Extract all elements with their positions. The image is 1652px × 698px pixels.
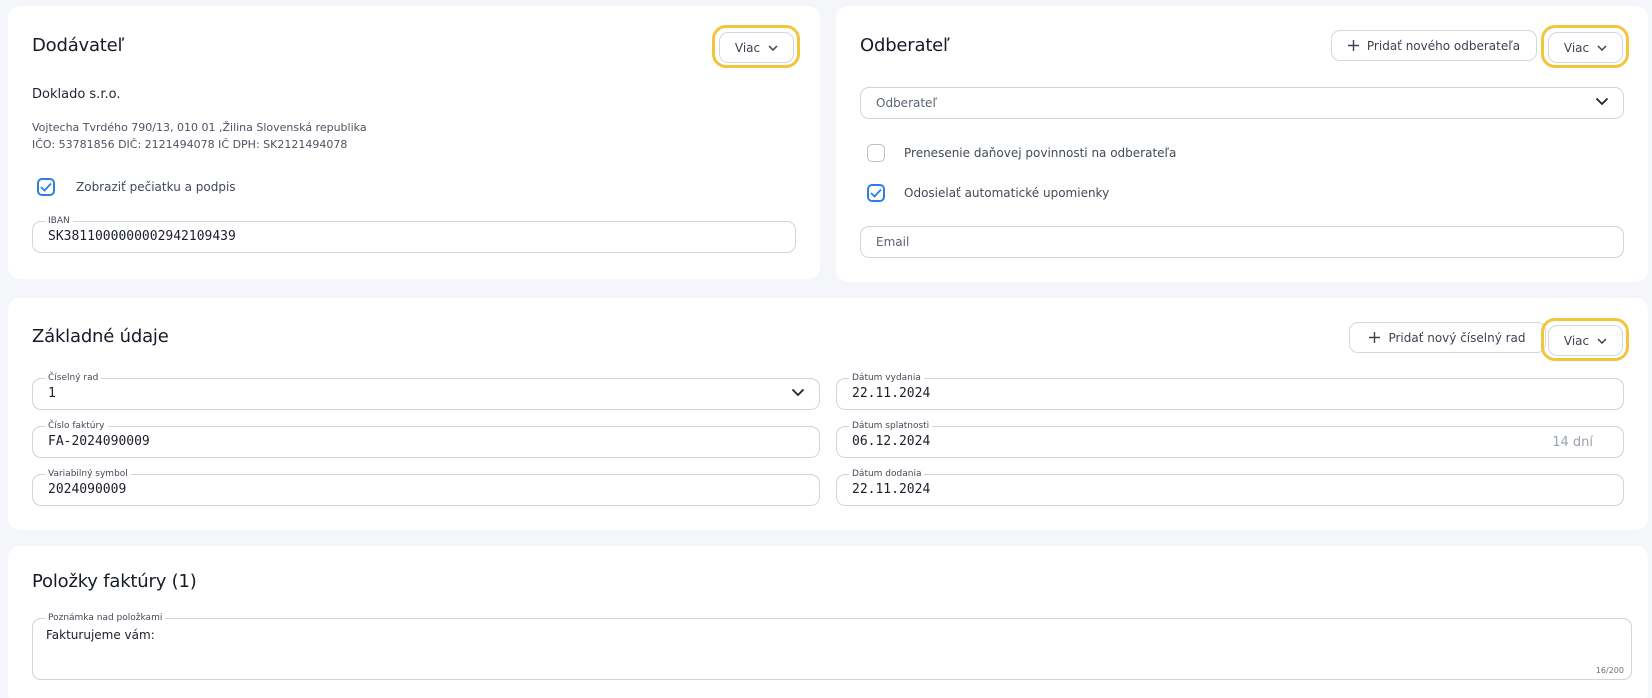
basic-data-title: Základné údaje bbox=[32, 326, 169, 347]
customer-more-button[interactable]: Viac bbox=[1548, 32, 1623, 63]
due-date-field[interactable]: Dátum splatnosti 06.12.2024 14 dní bbox=[836, 420, 1624, 458]
stamp-checkbox-label: Zobraziť pečiatku a podpis bbox=[76, 180, 236, 194]
chevron-down-icon bbox=[1597, 337, 1607, 344]
number-series-label: Číselný rad bbox=[45, 372, 102, 384]
delivery-date-label: Dátum dodania bbox=[849, 468, 925, 480]
note-label: Poznámka nad položkami bbox=[45, 612, 166, 624]
chevron-down-icon bbox=[768, 44, 778, 51]
issue-date-label: Dátum vydania bbox=[849, 372, 924, 384]
check-icon bbox=[870, 188, 882, 198]
add-customer-label: Pridať nového odberateľa bbox=[1366, 38, 1521, 53]
chevron-down-icon bbox=[1595, 97, 1609, 106]
number-series-select[interactable]: Číselný rad 1 bbox=[32, 372, 820, 410]
customer-title: Odberateľ bbox=[860, 35, 950, 56]
add-customer-button[interactable]: Pridať nového odberateľa bbox=[1331, 30, 1537, 61]
note-textarea[interactable]: Poznámka nad položkami Fakturujeme vám: … bbox=[32, 612, 1632, 680]
iban-value: SK3811000000002942109439 bbox=[48, 229, 236, 244]
customer-select[interactable]: Odberateľ bbox=[860, 87, 1624, 119]
invoice-number-field[interactable]: Číslo faktúry FA-2024090009 bbox=[32, 420, 820, 458]
check-icon bbox=[40, 182, 52, 192]
basic-more-button[interactable]: Viac bbox=[1548, 325, 1623, 356]
variable-symbol-field[interactable]: Variabilný symbol 2024090009 bbox=[32, 468, 820, 506]
supplier-title: Dodávateľ bbox=[32, 35, 125, 56]
auto-reminders-checkbox[interactable] bbox=[867, 184, 885, 202]
due-date-value: 06.12.2024 bbox=[852, 434, 931, 449]
due-date-label: Dátum splatnosti bbox=[849, 420, 933, 432]
plus-icon bbox=[1347, 40, 1359, 51]
email-field[interactable]: Email bbox=[860, 226, 1624, 258]
delivery-date-field[interactable]: Dátum dodania 22.11.2024 bbox=[836, 468, 1624, 506]
note-counter: 16/200 bbox=[1595, 666, 1624, 675]
iban-field[interactable]: IBAN SK3811000000002942109439 bbox=[32, 215, 796, 253]
customer-more-label: Viac bbox=[1563, 40, 1590, 55]
supplier-card: Dodávateľ Viac Doklado s.r.o. Vojtecha T… bbox=[8, 6, 820, 279]
issue-date-field[interactable]: Dátum vydania 22.11.2024 bbox=[836, 372, 1624, 410]
iban-label: IBAN bbox=[45, 215, 73, 227]
supplier-more-button[interactable]: Viac bbox=[719, 32, 794, 63]
email-placeholder: Email bbox=[876, 235, 910, 249]
supplier-address: Vojtecha Tvrdého 790/13, 010 01 ,Žilina … bbox=[32, 121, 367, 134]
customer-select-placeholder: Odberateľ bbox=[876, 96, 937, 110]
reverse-charge-label: Prenesenie daňovej povinnosti na odberat… bbox=[904, 146, 1177, 160]
variable-symbol-label: Variabilný symbol bbox=[45, 468, 131, 480]
delivery-date-value: 22.11.2024 bbox=[852, 482, 931, 497]
chevron-down-icon bbox=[1597, 44, 1607, 51]
add-number-series-label: Pridať nový číselný rad bbox=[1388, 330, 1526, 345]
invoice-items-card: Položky faktúry (1) Poznámka nad položka… bbox=[8, 546, 1648, 698]
add-number-series-button[interactable]: Pridať nový číselný rad bbox=[1349, 322, 1546, 353]
customer-card: Odberateľ Pridať nového odberateľa Viac … bbox=[836, 6, 1648, 282]
number-series-value: 1 bbox=[48, 386, 56, 401]
basic-data-card: Základné údaje Pridať nový číselný rad V… bbox=[8, 298, 1648, 530]
variable-symbol-value: 2024090009 bbox=[48, 482, 127, 497]
due-days-suffix: 14 dní bbox=[1552, 435, 1593, 450]
note-value: Fakturujeme vám: bbox=[46, 628, 155, 642]
reverse-charge-checkbox[interactable] bbox=[867, 144, 885, 162]
invoice-number-label: Číslo faktúry bbox=[45, 420, 108, 432]
plus-icon bbox=[1369, 332, 1381, 343]
supplier-more-label: Viac bbox=[734, 40, 761, 55]
auto-reminders-label: Odosielať automatické upomienky bbox=[904, 186, 1110, 200]
invoice-items-title: Položky faktúry (1) bbox=[32, 571, 197, 592]
supplier-company-name: Doklado s.r.o. bbox=[32, 87, 121, 102]
chevron-down-icon bbox=[791, 388, 805, 397]
invoice-number-value: FA-2024090009 bbox=[48, 434, 150, 449]
supplier-ids: IČO: 53781856 DIČ: 2121494078 IČ DPH: SK… bbox=[32, 138, 348, 151]
issue-date-value: 22.11.2024 bbox=[852, 386, 931, 401]
stamp-checkbox[interactable] bbox=[37, 178, 55, 196]
basic-more-label: Viac bbox=[1563, 333, 1590, 348]
